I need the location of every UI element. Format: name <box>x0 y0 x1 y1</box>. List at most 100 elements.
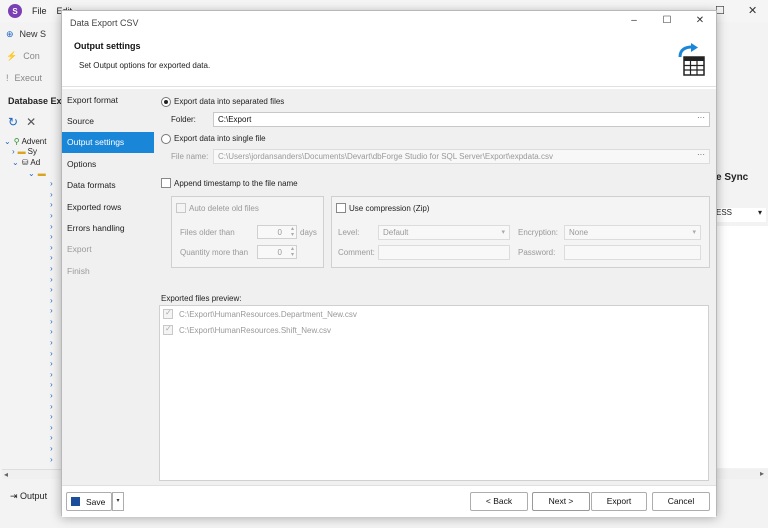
tree-node[interactable]: › <box>4 263 64 274</box>
nav-source[interactable]: Source <box>62 110 154 131</box>
export-button[interactable]: Export <box>591 492 647 511</box>
nav-exported-rows[interactable]: Exported rows <box>62 196 154 217</box>
tree-horizontal-scrollbar[interactable]: ◂ <box>2 469 62 479</box>
close-button[interactable]: ✕ <box>692 15 708 29</box>
database-explorer-title: Database Ex <box>8 96 62 106</box>
nav-finish: Finish <box>67 265 90 276</box>
tree-node[interactable]: › <box>4 411 64 422</box>
right-horizontal-scrollbar[interactable]: ▸ <box>712 469 768 479</box>
tree-node[interactable]: ⌄ ⛁ Ad <box>4 157 64 168</box>
single-file-label[interactable]: Export data into single file <box>174 134 266 143</box>
tree-node[interactable]: ⌄ ▬ <box>4 168 64 179</box>
tree-node[interactable]: › <box>4 316 64 327</box>
files-older-label: Files older than <box>180 228 235 237</box>
tree-node[interactable]: › <box>4 306 64 317</box>
dialog-header: Output settings Set Output options for e… <box>62 35 716 87</box>
tree-node[interactable]: › <box>4 390 64 401</box>
save-dropdown-button[interactable]: ▾ <box>112 492 124 511</box>
chevron-right-icon: › <box>50 295 53 305</box>
menu-file[interactable]: File <box>32 6 47 16</box>
tree-node[interactable]: › <box>4 189 64 200</box>
files-older-stepper[interactable]: 0 ▴ ▾ <box>257 225 297 239</box>
tree-node[interactable]: › <box>4 443 64 454</box>
nav-output-settings[interactable]: Output settings <box>62 131 154 154</box>
chevron-right-icon: › <box>50 179 53 189</box>
password-input[interactable] <box>564 245 701 260</box>
files-older-value: 0 <box>277 228 282 237</box>
chevron-right-icon: › <box>50 263 53 273</box>
db-explorer-toolbar: ↻ ✕ <box>8 115 36 129</box>
right-panel-combo[interactable]: ESS ▾ <box>712 208 766 222</box>
stepper-arrows-icon[interactable]: ▴ ▾ <box>291 246 294 258</box>
chevron-right-icon: › <box>50 316 53 326</box>
tree-node[interactable]: › <box>4 200 64 211</box>
tree-node[interactable]: › <box>4 422 64 433</box>
compression-group: Use compression (Zip) Level: Default ▾ E… <box>331 196 710 268</box>
separated-files-label[interactable]: Export data into separated files <box>174 97 284 106</box>
single-file-radio[interactable] <box>161 134 171 144</box>
nav-options[interactable]: Options <box>62 153 154 174</box>
tree-node[interactable]: › <box>4 231 64 242</box>
next-button[interactable]: Next > <box>532 492 590 511</box>
nav-export-format[interactable]: Export format <box>62 89 154 110</box>
level-select[interactable]: Default ▾ <box>378 225 510 240</box>
auto-delete-checkbox[interactable] <box>176 203 186 213</box>
chevron-right-icon: › <box>50 412 53 422</box>
stepper-arrows-icon[interactable]: ▴ ▾ <box>291 226 294 238</box>
use-compression-checkbox[interactable] <box>336 203 346 213</box>
tree-node[interactable]: › <box>4 454 64 465</box>
days-label: days <box>300 228 317 237</box>
tree-node[interactable]: › <box>4 295 64 306</box>
back-button[interactable]: < Back <box>470 492 528 511</box>
auto-delete-label[interactable]: Auto delete old files <box>189 204 259 213</box>
tree-node[interactable]: › <box>4 221 64 232</box>
execute-button[interactable]: Execut <box>15 73 43 83</box>
tree-node[interactable]: › ▬ Sy <box>4 147 64 158</box>
tree-node[interactable]: ⌄ ⚲ Advent <box>4 136 64 147</box>
tree-node[interactable]: › <box>4 358 64 369</box>
encryption-select[interactable]: None ▾ <box>564 225 701 240</box>
tree-node[interactable]: › <box>4 284 64 295</box>
append-timestamp-label[interactable]: Append timestamp to the file name <box>174 179 298 188</box>
filename-input[interactable]: C:\Users\jordansanders\Documents\Devart\… <box>213 149 710 164</box>
tree-node[interactable]: › <box>4 337 64 348</box>
tree-node[interactable]: › <box>4 242 64 253</box>
tree-node[interactable]: › <box>4 210 64 221</box>
chevron-right-icon: › <box>50 189 53 199</box>
output-tab[interactable]: ⇥ Output <box>10 491 47 502</box>
append-timestamp-checkbox[interactable] <box>161 178 171 188</box>
browse-folder-button[interactable]: ··· <box>697 113 705 122</box>
quantity-stepper[interactable]: 0 ▴ ▾ <box>257 245 297 259</box>
ide-close-icon[interactable]: ✕ <box>748 4 757 17</box>
chevron-right-icon: › <box>50 221 53 231</box>
tree-node[interactable]: › <box>4 348 64 359</box>
folder-input[interactable]: C:\Export ··· <box>213 112 710 127</box>
new-button[interactable]: New S <box>20 29 47 39</box>
tree-node[interactable]: › <box>4 253 64 264</box>
tree-node[interactable]: › <box>4 401 64 412</box>
wizard-nav: Export format Source Output settings Opt… <box>62 89 154 485</box>
browse-file-button[interactable]: ··· <box>697 150 705 159</box>
save-button[interactable]: Save <box>66 492 112 511</box>
minimize-button[interactable]: – <box>626 15 642 29</box>
use-compression-label[interactable]: Use compression (Zip) <box>349 204 429 213</box>
chevron-right-icon: › <box>50 422 53 432</box>
separated-files-radio[interactable] <box>161 97 171 107</box>
nav-data-formats[interactable]: Data formats <box>62 175 154 196</box>
output-tab-label: Output <box>20 491 48 501</box>
close-icon[interactable]: ✕ <box>26 115 36 129</box>
comment-input[interactable] <box>378 245 510 260</box>
tree-node[interactable]: › <box>4 327 64 338</box>
cancel-button[interactable]: Cancel <box>652 492 710 511</box>
tree-node[interactable]: › <box>4 178 64 189</box>
nav-errors-handling[interactable]: Errors handling <box>62 217 154 238</box>
maximize-button[interactable]: ☐ <box>659 15 675 29</box>
refresh-icon[interactable]: ↻ <box>8 115 18 129</box>
page-title: Output settings <box>74 41 141 51</box>
tree-node[interactable]: › <box>4 433 64 444</box>
tree-node[interactable]: › <box>4 369 64 380</box>
tree-node[interactable]: › <box>4 274 64 285</box>
connection-icon: ⚲ <box>13 136 20 146</box>
connect-button[interactable]: Con <box>23 51 40 61</box>
tree-node[interactable]: › <box>4 380 64 391</box>
